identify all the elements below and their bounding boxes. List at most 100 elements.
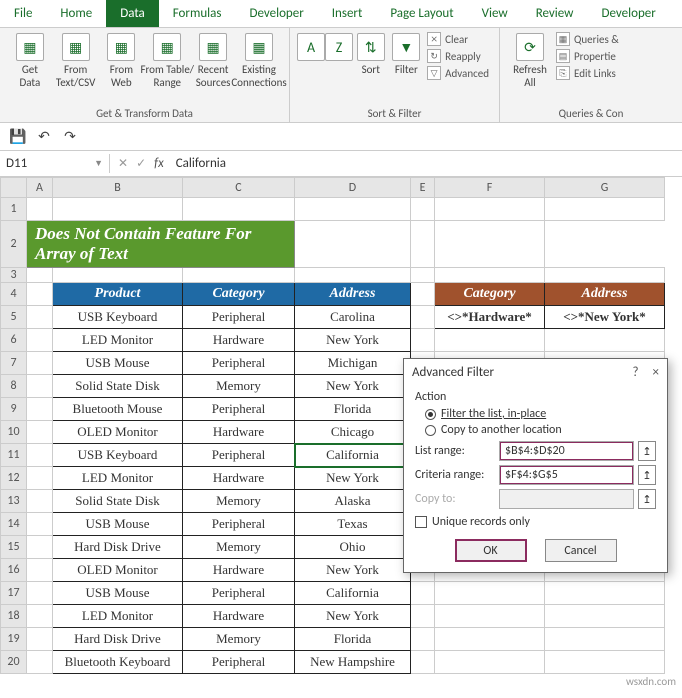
cell-D20[interactable]: New Hampshire <box>295 651 411 674</box>
undo-button[interactable]: ↶ <box>36 129 52 145</box>
cell-E19[interactable] <box>411 628 435 651</box>
list-range-input[interactable]: $B$4:$D$20 <box>499 441 634 461</box>
edit-links-button[interactable]: ⎘Edit Links <box>554 65 621 81</box>
row-header-1[interactable]: 1 <box>1 198 27 221</box>
cell-E18[interactable] <box>411 605 435 628</box>
tab-formulas[interactable]: Formulas <box>159 0 236 27</box>
cell-F5[interactable]: <>*Hardware* <box>435 306 545 329</box>
queries-connections-button[interactable]: ▦Queries & <box>554 31 621 47</box>
reapply-button[interactable]: ↻Reapply <box>425 48 491 64</box>
row-header-15[interactable]: 15 <box>1 536 27 559</box>
cell-G4[interactable]: Address <box>545 283 665 306</box>
filter-button[interactable]: ▼Filter <box>390 31 424 78</box>
tab-developer[interactable]: Developer <box>235 0 317 27</box>
cell-B20[interactable]: Bluetooth Keyboard <box>53 651 183 674</box>
tab-data[interactable]: Data <box>106 0 159 27</box>
cell-C1[interactable] <box>183 198 295 221</box>
cell-B9[interactable]: Bluetooth Mouse <box>53 398 183 421</box>
cell-D3[interactable] <box>295 268 411 283</box>
cell-B1[interactable] <box>53 198 183 221</box>
cell-D5[interactable]: Carolina <box>295 306 411 329</box>
refresh-all-button[interactable]: ⟳Refresh All <box>508 31 552 91</box>
range-select-button[interactable]: ↥ <box>638 465 656 485</box>
properties-button[interactable]: ▤Propertie <box>554 48 621 64</box>
cell-C19[interactable]: Memory <box>183 628 295 651</box>
cell-G19[interactable] <box>545 628 665 651</box>
row-header-16[interactable]: 16 <box>1 559 27 582</box>
range-select-button[interactable]: ↥ <box>638 441 656 461</box>
cell-B18[interactable]: LED Monitor <box>53 605 183 628</box>
radio-filter-in-place[interactable]: Filter the list, in-place <box>425 407 656 421</box>
row-header-5[interactable]: 5 <box>1 306 27 329</box>
cell-E20[interactable] <box>411 651 435 674</box>
cell-F6[interactable] <box>435 329 545 352</box>
cell-E2[interactable] <box>295 221 411 268</box>
cell-B8[interactable]: Solid State Disk <box>53 375 183 398</box>
cell-B17[interactable]: USB Mouse <box>53 582 183 605</box>
cell-D7[interactable]: Michigan <box>295 352 411 375</box>
tab-page-layout[interactable]: Page Layout <box>376 0 467 27</box>
row-header-6[interactable]: 6 <box>1 329 27 352</box>
cell-A20[interactable] <box>27 651 53 674</box>
fx-icon[interactable]: fx <box>154 156 170 171</box>
cell-B7[interactable]: USB Mouse <box>53 352 183 375</box>
tab-home[interactable]: Home <box>46 0 106 27</box>
column-header-F[interactable]: F <box>435 178 545 198</box>
cell-C12[interactable]: Hardware <box>183 467 295 490</box>
existing-connections-button[interactable]: ▦Existing Connections <box>237 31 281 91</box>
cell-A9[interactable] <box>27 398 53 421</box>
cell-G3[interactable] <box>545 268 665 283</box>
sort-asc-button[interactable]: A <box>298 31 324 63</box>
name-box-dropdown-icon[interactable]: ▼ <box>94 158 103 169</box>
cell-B12[interactable]: LED Monitor <box>53 467 183 490</box>
cell-B4[interactable]: Product <box>53 283 183 306</box>
cell-F1[interactable] <box>435 198 545 221</box>
cell-D17[interactable]: California <box>295 582 411 605</box>
column-header-E[interactable]: E <box>411 178 435 198</box>
cell-D19[interactable]: Florida <box>295 628 411 651</box>
row-header-19[interactable]: 19 <box>1 628 27 651</box>
tab-developer[interactable]: Developer <box>587 0 669 27</box>
cell-G5[interactable]: <>*New York* <box>545 306 665 329</box>
cell-B10[interactable]: OLED Monitor <box>53 421 183 444</box>
tab-view[interactable]: View <box>468 0 522 27</box>
ok-button[interactable]: OK <box>455 539 527 562</box>
cell-C17[interactable]: Peripheral <box>183 582 295 605</box>
cell-C7[interactable]: Peripheral <box>183 352 295 375</box>
column-header-A[interactable]: A <box>27 178 53 198</box>
cell-C9[interactable]: Peripheral <box>183 398 295 421</box>
cell-D16[interactable]: New York <box>295 559 411 582</box>
sort-desc-button[interactable]: Z <box>326 31 352 63</box>
dialog-help-button[interactable]: ? <box>632 365 638 380</box>
cell-D13[interactable]: Alaska <box>295 490 411 513</box>
row-header-18[interactable]: 18 <box>1 605 27 628</box>
enter-formula-icon[interactable]: ✓ <box>136 156 146 171</box>
cell-E4[interactable] <box>411 283 435 306</box>
cell-F3[interactable] <box>435 268 545 283</box>
tab-file[interactable]: File <box>0 0 46 27</box>
cell-A4[interactable] <box>27 283 53 306</box>
cell-C4[interactable]: Category <box>183 283 295 306</box>
unique-records-checkbox[interactable]: Unique records only <box>415 515 656 529</box>
get-data-button[interactable]: ▦Get Data <box>8 31 52 91</box>
row-header-20[interactable]: 20 <box>1 651 27 674</box>
cancel-button[interactable]: Cancel <box>545 539 617 562</box>
cell-D15[interactable]: Ohio <box>295 536 411 559</box>
column-header-B[interactable]: B <box>53 178 183 198</box>
name-box[interactable]: D11 ▼ <box>0 154 110 173</box>
cell-A7[interactable] <box>27 352 53 375</box>
criteria-range-input[interactable]: $F$4:$G$5 <box>499 465 634 485</box>
cell-G20[interactable] <box>545 651 665 674</box>
cell-D12[interactable]: New York <box>295 467 411 490</box>
sort-button[interactable]: ⇅Sort <box>354 31 388 78</box>
cell-F2[interactable] <box>411 221 435 268</box>
cell-D4[interactable]: Address <box>295 283 411 306</box>
cell-C13[interactable]: Memory <box>183 490 295 513</box>
cell-B5[interactable]: USB Keyboard <box>53 306 183 329</box>
cell-B15[interactable]: Hard Disk Drive <box>53 536 183 559</box>
cell-C3[interactable] <box>183 268 295 283</box>
cell-B6[interactable]: LED Monitor <box>53 329 183 352</box>
cell-A10[interactable] <box>27 421 53 444</box>
row-header-8[interactable]: 8 <box>1 375 27 398</box>
row-header-17[interactable]: 17 <box>1 582 27 605</box>
